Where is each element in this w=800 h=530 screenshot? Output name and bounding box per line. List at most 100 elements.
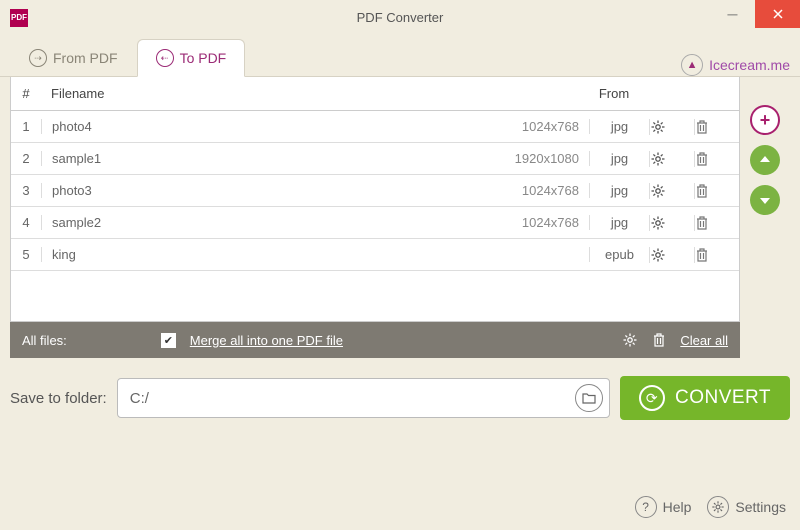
row-number: 3: [11, 183, 41, 198]
row-filename-cell: photo41024x768: [41, 119, 589, 134]
merge-checkbox[interactable]: ✔: [161, 333, 176, 348]
all-files-settings-button[interactable]: [622, 332, 638, 348]
row-from: jpg: [589, 151, 649, 166]
row-filename-cell: sample21024x768: [41, 215, 589, 230]
main-area: # Filename From 1photo41024x768jpg2sampl…: [0, 77, 800, 322]
row-delete-button[interactable]: [694, 119, 739, 135]
move-down-button[interactable]: [750, 185, 780, 215]
row-from: jpg: [589, 119, 649, 134]
file-table: # Filename From 1photo41024x768jpg2sampl…: [10, 77, 740, 322]
convert-button[interactable]: ⟳ CONVERT: [620, 376, 790, 420]
trash-icon: [695, 183, 739, 199]
save-path-value: C:/: [130, 390, 575, 407]
gear-icon: [650, 247, 694, 263]
side-controls: +: [740, 77, 790, 322]
row-delete-button[interactable]: [694, 247, 739, 263]
row-filename-cell: photo31024x768: [41, 183, 589, 198]
save-row: Save to folder: C:/ ⟳ CONVERT: [10, 376, 790, 420]
arrow-up-icon: [758, 153, 772, 167]
folder-icon: [582, 392, 596, 404]
brand-label: Icecream.me: [709, 57, 790, 73]
browse-folder-button[interactable]: [575, 384, 603, 412]
arrow-down-icon: [758, 193, 772, 207]
col-header-from: From: [579, 86, 649, 101]
trash-icon: [695, 151, 739, 167]
footer: ? Help Settings: [635, 496, 786, 518]
close-icon: [772, 8, 784, 20]
row-delete-button[interactable]: [694, 183, 739, 199]
gear-icon: [650, 215, 694, 231]
row-settings-button[interactable]: [649, 183, 694, 199]
clear-all-trash-button[interactable]: [652, 332, 666, 348]
trash-icon: [695, 247, 739, 263]
row-number: 5: [11, 247, 41, 262]
row-filename: photo4: [52, 119, 489, 134]
all-files-bar: All files: ✔ Merge all into one PDF file…: [10, 322, 740, 358]
brand-link[interactable]: ▲ Icecream.me: [681, 54, 790, 76]
to-pdf-icon: ⇠: [156, 49, 174, 67]
gear-icon: [650, 183, 694, 199]
table-row[interactable]: 3photo31024x768jpg: [11, 175, 739, 207]
row-number: 4: [11, 215, 41, 230]
gear-icon: [707, 496, 729, 518]
row-dimensions: 1024x768: [489, 215, 589, 230]
help-icon: ?: [635, 496, 657, 518]
tab-to-pdf-label: To PDF: [180, 50, 227, 66]
row-dimensions: 1024x768: [489, 119, 589, 134]
table-row[interactable]: 1photo41024x768jpg: [11, 111, 739, 143]
row-dimensions: 1024x768: [489, 183, 589, 198]
table-row[interactable]: 2sample11920x1080jpg: [11, 143, 739, 175]
table-row[interactable]: 5 king epub: [11, 239, 739, 271]
row-filename: photo3: [52, 183, 489, 198]
row-settings-button[interactable]: [649, 151, 694, 167]
convert-icon: ⟳: [639, 385, 665, 411]
row-settings-button[interactable]: [649, 119, 694, 135]
all-files-label: All files:: [22, 333, 67, 348]
close-button[interactable]: [755, 0, 800, 28]
col-header-filename: Filename: [41, 86, 579, 101]
row-from: jpg: [589, 183, 649, 198]
trash-icon: [695, 119, 739, 135]
settings-label: Settings: [735, 499, 786, 515]
col-header-num: #: [11, 86, 41, 101]
row-filename: king: [52, 247, 489, 262]
convert-label: CONVERT: [675, 387, 771, 409]
tabs-row: ⇢ From PDF ⇠ To PDF ▲ Icecream.me: [0, 35, 800, 77]
window-title: PDF Converter: [0, 10, 800, 25]
save-path-input[interactable]: C:/: [117, 378, 610, 418]
row-number: 1: [11, 119, 41, 134]
trash-icon: [652, 332, 666, 348]
merge-label[interactable]: Merge all into one PDF file: [190, 333, 343, 348]
row-number: 2: [11, 151, 41, 166]
save-to-folder-label: Save to folder:: [10, 390, 107, 407]
add-file-button[interactable]: +: [750, 105, 780, 135]
help-button[interactable]: ? Help: [635, 496, 692, 518]
trash-icon: [695, 215, 739, 231]
row-from: epub: [589, 247, 649, 262]
icecream-icon: ▲: [681, 54, 703, 76]
table-empty-space: [11, 271, 739, 321]
row-from: jpg: [589, 215, 649, 230]
row-filename: sample2: [52, 215, 489, 230]
row-delete-button[interactable]: [694, 151, 739, 167]
settings-button[interactable]: Settings: [707, 496, 786, 518]
row-filename-cell: sample11920x1080: [41, 151, 589, 166]
row-settings-button[interactable]: [649, 247, 694, 263]
table-row[interactable]: 4sample21024x768jpg: [11, 207, 739, 239]
row-delete-button[interactable]: [694, 215, 739, 231]
row-dimensions: 1920x1080: [489, 151, 589, 166]
gear-icon: [622, 332, 638, 348]
row-filename: sample1: [52, 151, 489, 166]
tab-from-pdf[interactable]: ⇢ From PDF: [10, 39, 137, 76]
plus-icon: +: [760, 110, 771, 131]
window-controls: ─: [710, 0, 800, 28]
clear-all-link[interactable]: Clear all: [680, 333, 728, 348]
gear-icon: [650, 151, 694, 167]
minimize-button[interactable]: ─: [710, 0, 755, 28]
move-up-button[interactable]: [750, 145, 780, 175]
tab-to-pdf[interactable]: ⇠ To PDF: [137, 39, 246, 77]
table-header: # Filename From: [11, 77, 739, 111]
row-settings-button[interactable]: [649, 215, 694, 231]
gear-icon: [650, 119, 694, 135]
help-label: Help: [663, 499, 692, 515]
